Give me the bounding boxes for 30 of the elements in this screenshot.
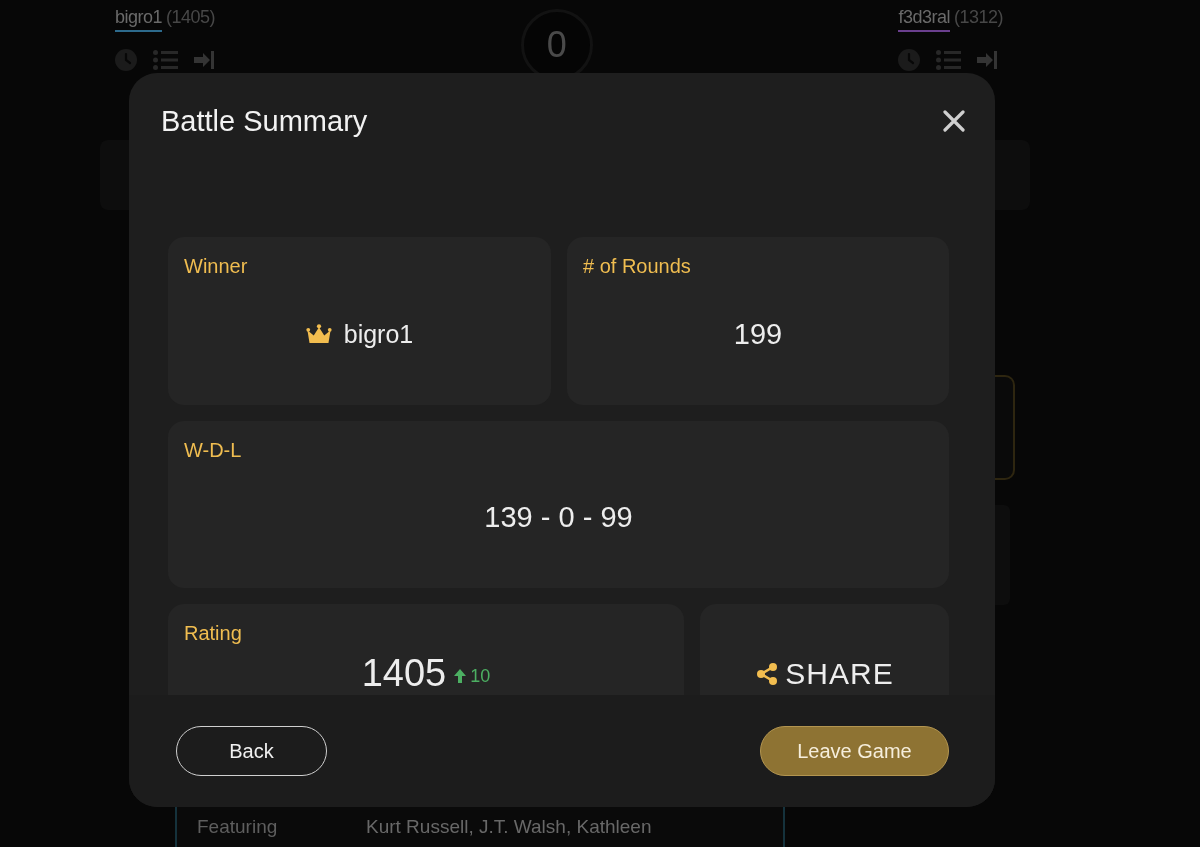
- list-icon[interactable]: [936, 50, 962, 70]
- stat-label: Winner: [184, 254, 249, 278]
- rating-change: 10: [470, 665, 491, 687]
- stat-label: # of Rounds: [583, 254, 692, 278]
- share-button[interactable]: SHARE: [751, 657, 898, 691]
- side-panel: [995, 140, 1030, 210]
- dialog-title: Battle Summary: [161, 104, 368, 139]
- list-icon[interactable]: [153, 50, 178, 70]
- arrow-to-bar-icon[interactable]: [194, 50, 214, 70]
- rating-value: 1405: [361, 652, 447, 694]
- share-icon: [755, 662, 780, 686]
- leave-game-button[interactable]: Leave Game: [760, 726, 949, 776]
- stat-label: Rating: [184, 621, 243, 645]
- winner-name: bigro1: [343, 318, 414, 349]
- cast-list: Kurt Russell, J.T. Walsh, Kathleen: [366, 816, 652, 847]
- close-button[interactable]: [943, 110, 965, 132]
- arrow-to-bar-icon[interactable]: [977, 50, 998, 70]
- stat-label: W-D-L: [184, 438, 243, 462]
- player-name[interactable]: f3d3ral: [898, 7, 950, 32]
- crown-icon: [305, 323, 332, 344]
- stat-value: 199: [733, 316, 783, 351]
- close-icon: [943, 110, 965, 132]
- side-panel: [100, 140, 129, 210]
- stat-value: 139 - 0 - 99: [484, 500, 633, 534]
- player-rating: (1405): [166, 7, 216, 28]
- up-arrow-icon: [454, 669, 467, 683]
- back-button[interactable]: Back: [176, 726, 327, 776]
- player-name[interactable]: bigro1: [115, 7, 163, 32]
- featuring-label: Featuring: [197, 816, 279, 839]
- player-rating: (1312): [953, 7, 1003, 28]
